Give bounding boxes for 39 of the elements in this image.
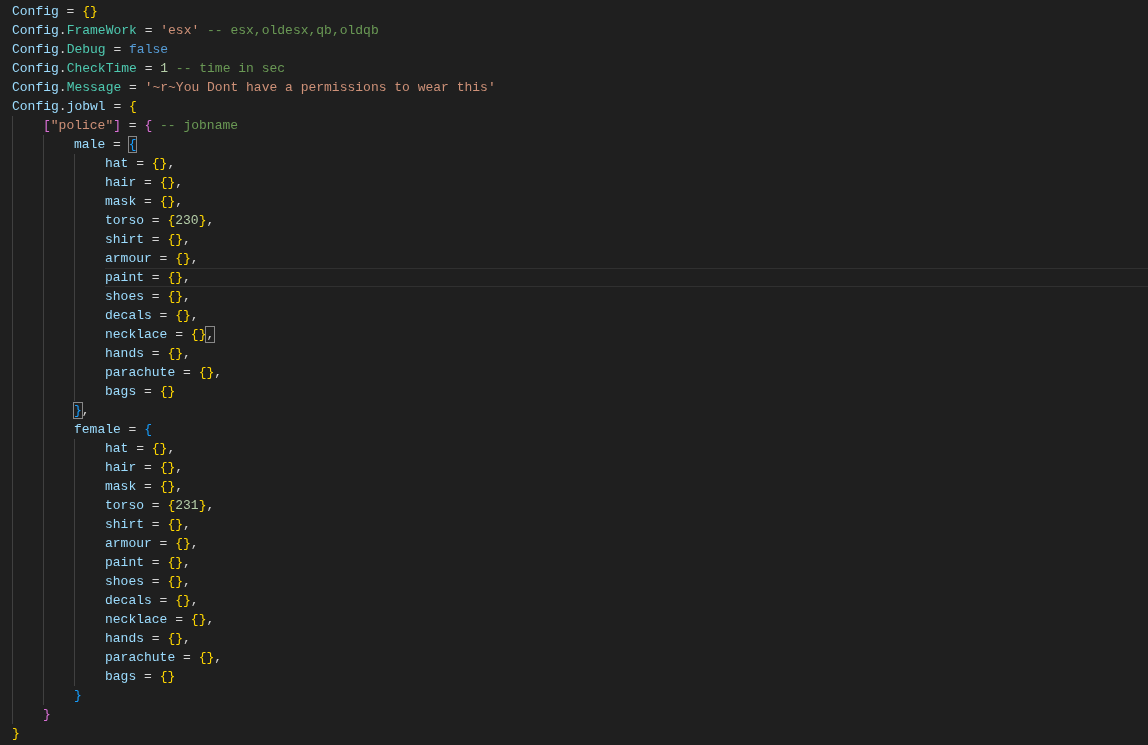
code-line: female = { — [74, 421, 154, 439]
code-line: parachute = {}, — [105, 364, 224, 382]
code-line: shoes = {}, — [105, 573, 192, 591]
code-line: } — [43, 706, 52, 724]
code-line: decals = {}, — [105, 592, 200, 610]
code-line: torso = {230}, — [105, 212, 216, 230]
code-line: paint = {}, — [105, 268, 1148, 287]
code-line: } — [74, 687, 83, 705]
code-line: armour = {}, — [105, 535, 200, 553]
code-line: hands = {}, — [105, 630, 192, 648]
code-line: ["police"] = { -- jobname — [43, 117, 240, 135]
code-line: necklace = {}, — [105, 326, 216, 344]
code-line: mask = {}, — [105, 478, 185, 496]
code-line: parachute = {}, — [105, 649, 224, 667]
code-line: Config.Message = '~r~You Dont have a permissions to wear this' — [12, 79, 497, 97]
code-line: hands = {}, — [105, 345, 192, 363]
code-line: Config.FrameWork = 'esx' -- esx,oldesx,qb,oldqb — [12, 22, 380, 40]
code-line: shoes = {}, — [105, 288, 192, 306]
code-line: Config.CheckTime = 1 -- time in sec — [12, 60, 287, 78]
code-line: bags = {} — [105, 668, 177, 686]
code-line: hair = {}, — [105, 174, 185, 192]
code-line: necklace = {}, — [105, 611, 216, 629]
code-line: Config = {} — [12, 3, 99, 21]
code-line: armour = {}, — [105, 250, 200, 268]
code-line: hat = {}, — [105, 440, 177, 458]
code-line: paint = {}, — [105, 554, 192, 572]
code-line: } — [12, 725, 21, 743]
code-line: hair = {}, — [105, 459, 185, 477]
code-line: bags = {} — [105, 383, 177, 401]
code-line: decals = {}, — [105, 307, 200, 325]
code-line: Config.Debug = false — [12, 41, 170, 59]
code-line: torso = {231}, — [105, 497, 216, 515]
code-line: shirt = {}, — [105, 231, 192, 249]
code-line: mask = {}, — [105, 193, 185, 211]
code-line: male = { — [74, 136, 138, 154]
code-line: hat = {}, — [105, 155, 177, 173]
code-line: Config.jobwl = { — [12, 98, 138, 116]
code-line: }, — [74, 402, 91, 420]
code-line: shirt = {}, — [105, 516, 192, 534]
